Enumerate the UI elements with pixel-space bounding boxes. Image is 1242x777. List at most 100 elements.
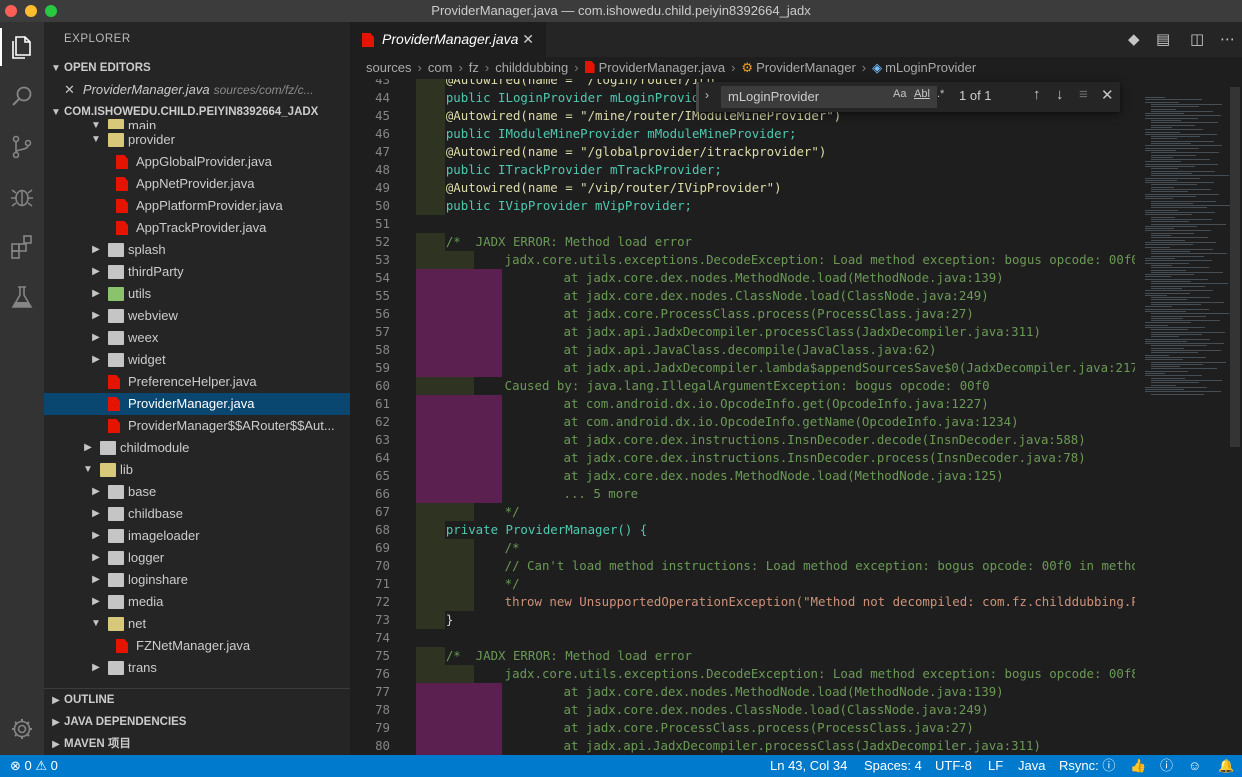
find-in-selection-icon[interactable]: ≡ xyxy=(1079,86,1088,103)
tree-file-item[interactable]: AppGlobalProvider.java xyxy=(44,151,350,173)
code-line[interactable]: 73 } xyxy=(350,611,1135,629)
breadcrumb-item[interactable]: com xyxy=(428,60,453,75)
tree-file-item[interactable]: AppTrackProvider.java xyxy=(44,217,350,239)
code-line[interactable]: 72 throw new UnsupportedOperationExcepti… xyxy=(350,593,1135,611)
git-compare-icon[interactable]: ◆ xyxy=(1128,30,1140,48)
code-line[interactable]: 66 ... 5 more xyxy=(350,485,1135,503)
tree-folder-item[interactable]: ▶ loginshare xyxy=(44,569,350,591)
extensions-icon[interactable] xyxy=(7,232,37,262)
minimap[interactable] xyxy=(1135,79,1230,755)
breadcrumb-item[interactable]: fz xyxy=(469,60,479,75)
breadcrumb-item[interactable]: childdubbing xyxy=(495,60,568,75)
arrow-down-icon[interactable]: ↓ xyxy=(1056,86,1064,103)
test-icon[interactable] xyxy=(7,282,37,312)
code-line[interactable]: 63 at jadx.core.dex.instructions.InsnDec… xyxy=(350,431,1135,449)
encoding[interactable]: UTF-8 xyxy=(935,755,972,777)
tab-provider-manager[interactable]: ProviderManager.java ✕ xyxy=(350,22,546,57)
indentation[interactable]: Spaces: 4 xyxy=(864,755,922,777)
code-line[interactable]: 76 jadx.core.utils.exceptions.DecodeExce… xyxy=(350,665,1135,683)
code-line[interactable]: 78 at jadx.core.dex.nodes.ClassNode.load… xyxy=(350,701,1135,719)
feedback-icon[interactable]: ☺ xyxy=(1188,755,1201,777)
code-line[interactable]: 74 xyxy=(350,629,1135,647)
close-icon[interactable]: ✕ xyxy=(522,22,534,57)
tree-folder-item[interactable]: ▼ main xyxy=(44,115,350,129)
tree-folder-item[interactable]: ▶ logger xyxy=(44,547,350,569)
tree-folder-item[interactable]: ▶ base xyxy=(44,481,350,503)
source-control-icon[interactable] xyxy=(7,132,37,162)
thumbs-up-icon[interactable]: 👍 xyxy=(1130,755,1146,777)
code-line[interactable]: 77 at jadx.core.dex.nodes.MethodNode.loa… xyxy=(350,683,1135,701)
close-window-button[interactable] xyxy=(5,5,17,17)
maximize-window-button[interactable] xyxy=(45,5,57,17)
tree-folder-item[interactable]: ▶ weex xyxy=(44,327,350,349)
settings-gear-icon[interactable] xyxy=(7,714,37,744)
split-editor-icon[interactable]: ◫ xyxy=(1190,30,1204,48)
code-line[interactable]: 52 /* JADX ERROR: Method load error xyxy=(350,233,1135,251)
code-line[interactable]: 55 at jadx.core.dex.nodes.ClassNode.load… xyxy=(350,287,1135,305)
line-ending[interactable]: LF xyxy=(988,755,1003,777)
breadcrumb-item[interactable]: sources xyxy=(366,60,412,75)
code-line[interactable]: 65 at jadx.core.dex.nodes.MethodNode.loa… xyxy=(350,467,1135,485)
tree-file-item[interactable]: AppNetProvider.java xyxy=(44,173,350,195)
tree-folder-item[interactable]: ▶ utils xyxy=(44,283,350,305)
java-dependencies-header[interactable]: ▶ JAVA DEPENDENCIES xyxy=(44,711,350,733)
code-line[interactable]: 54 at jadx.core.dex.nodes.MethodNode.loa… xyxy=(350,269,1135,287)
tree-file-item[interactable]: AppPlatformProvider.java xyxy=(44,195,350,217)
tree-file-item[interactable]: PreferenceHelper.java xyxy=(44,371,350,393)
tree-folder-item[interactable]: ▶ widget xyxy=(44,349,350,371)
tree-folder-item[interactable]: ▼ provider xyxy=(44,129,350,151)
close-icon[interactable]: ✕ xyxy=(1101,86,1114,104)
code-line[interactable]: 56 at jadx.core.ProcessClass.process(Pro… xyxy=(350,305,1135,323)
tree-folder-item[interactable]: ▶ splash xyxy=(44,239,350,261)
info-icon[interactable]: ⓘ xyxy=(1160,755,1173,777)
code-line[interactable]: 70 // Can't load method instructions: Lo… xyxy=(350,557,1135,575)
code-line[interactable]: 57 at jadx.api.JadxDecompiler.processCla… xyxy=(350,323,1135,341)
notifications-bell-icon[interactable]: 🔔 xyxy=(1218,755,1234,777)
vertical-scrollbar[interactable] xyxy=(1228,79,1242,755)
code-line[interactable]: 62 at com.android.dx.io.OpcodeInfo.getNa… xyxy=(350,413,1135,431)
open-preview-icon[interactable]: ▤ xyxy=(1156,30,1170,48)
tree-folder-item[interactable]: ▶ trans xyxy=(44,657,350,679)
code-line[interactable]: 47 @Autowired(name = "/globalprovider/it… xyxy=(350,143,1135,161)
code-line[interactable]: 49 @Autowired(name = "/vip/router/IVipPr… xyxy=(350,179,1135,197)
code-line[interactable]: 64 at jadx.core.dex.instructions.InsnDec… xyxy=(350,449,1135,467)
problems-indicator[interactable]: ⊗ 0 ⚠ 0 xyxy=(10,755,58,777)
open-editors-header[interactable]: ▼ OPEN EDITORS xyxy=(44,57,350,79)
code-line[interactable]: 68 private ProviderManager() { xyxy=(350,521,1135,539)
code-line[interactable]: 46 public IModuleMineProvider mModuleMin… xyxy=(350,125,1135,143)
code-line[interactable]: 75 /* JADX ERROR: Method load error xyxy=(350,647,1135,665)
tree-folder-item[interactable]: ▼ net xyxy=(44,613,350,635)
tree-file-item[interactable]: ProviderManager.java xyxy=(44,393,350,415)
tree-file-item[interactable]: FZNetManager.java xyxy=(44,635,350,657)
breadcrumb-item[interactable]: ProviderManager xyxy=(756,60,856,75)
tree-folder-item[interactable]: ▶ media xyxy=(44,591,350,613)
code-line[interactable]: 51 xyxy=(350,215,1135,233)
tree-file-item[interactable]: ProviderManager$$ARouter$$Aut... xyxy=(44,415,350,437)
code-line[interactable]: 61 at com.android.dx.io.OpcodeInfo.get(O… xyxy=(350,395,1135,413)
outline-header[interactable]: ▶ OUTLINE xyxy=(44,689,350,711)
whole-word-icon[interactable]: Abl xyxy=(914,88,930,100)
code-line[interactable]: 71 */ xyxy=(350,575,1135,593)
maven-header[interactable]: ▶ MAVEN 项目 xyxy=(44,733,350,755)
tree-folder-item[interactable]: ▶ childmodule xyxy=(44,437,350,459)
tree-folder-item[interactable]: ▶ thirdParty xyxy=(44,261,350,283)
tree-folder-item[interactable]: ▼ lib xyxy=(44,459,350,481)
tree-folder-item[interactable]: ▶ childbase xyxy=(44,503,350,525)
minimize-window-button[interactable] xyxy=(25,5,37,17)
code-line[interactable]: 59 at jadx.api.JadxDecompiler.lambda$app… xyxy=(350,359,1135,377)
arrow-up-icon[interactable]: ↑ xyxy=(1033,86,1041,103)
search-icon[interactable] xyxy=(7,82,37,112)
code-line[interactable]: 48 public ITrackProvider mTrackProvider; xyxy=(350,161,1135,179)
scrollbar-thumb[interactable] xyxy=(1230,87,1240,447)
code-line[interactable]: 80 at jadx.api.JadxDecompiler.processCla… xyxy=(350,737,1135,755)
cursor-position[interactable]: Ln 43, Col 34 xyxy=(770,755,847,777)
tree-folder-item[interactable]: ▶ webview xyxy=(44,305,350,327)
code-line[interactable]: 60 Caused by: java.lang.IllegalArgumentE… xyxy=(350,377,1135,395)
regex-icon[interactable]: .* xyxy=(937,88,944,100)
close-icon[interactable]: ✕ xyxy=(64,82,75,97)
more-actions-icon[interactable]: ⋯ xyxy=(1220,30,1235,48)
code-view[interactable]: 43 @Autowired(name = "/login/router/ILo.… xyxy=(350,79,1135,755)
code-line[interactable]: 53 jadx.core.utils.exceptions.DecodeExce… xyxy=(350,251,1135,269)
breadcrumb-item[interactable]: ProviderManager.java xyxy=(599,60,725,75)
code-line[interactable]: 67 */ xyxy=(350,503,1135,521)
